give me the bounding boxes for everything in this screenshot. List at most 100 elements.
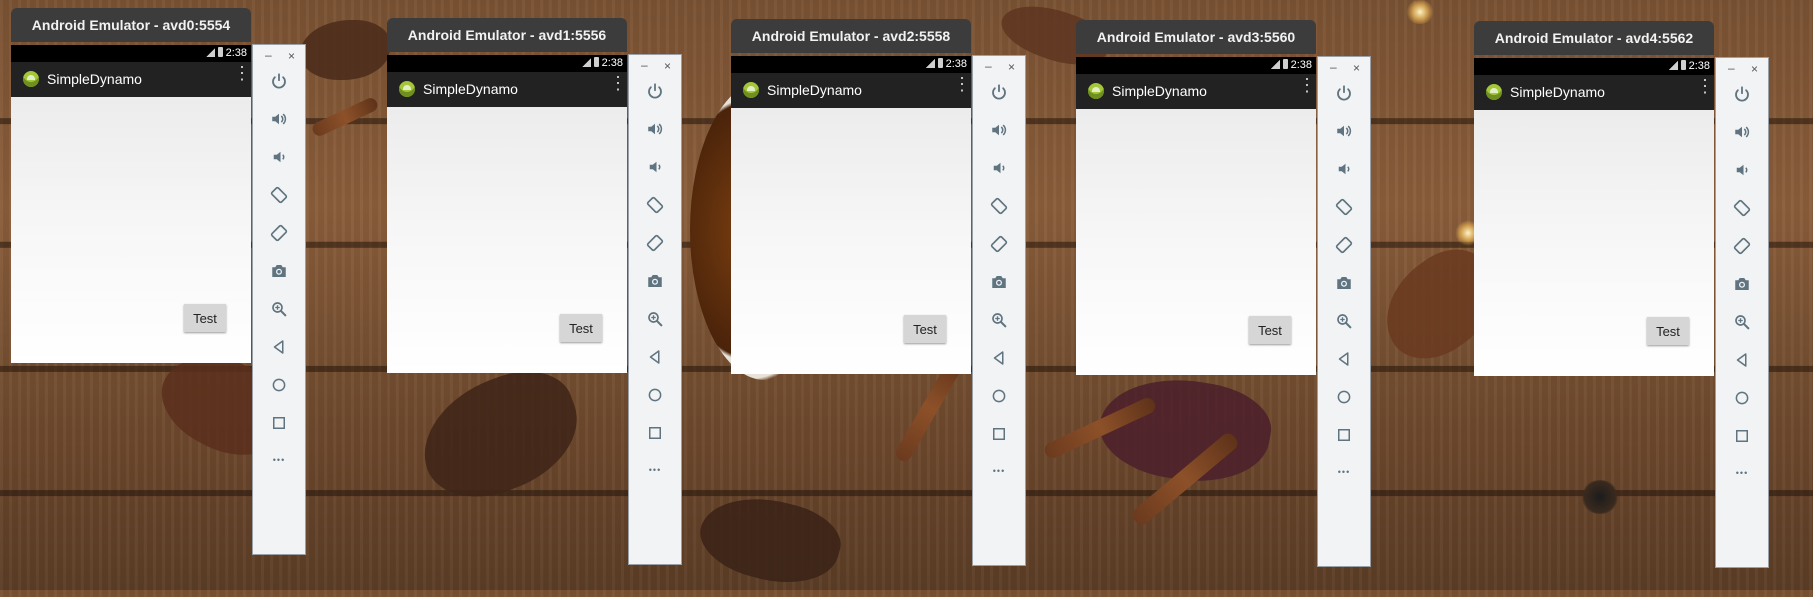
- window-title[interactable]: Android Emulator - avd1:5556: [387, 18, 627, 52]
- overview-icon[interactable]: [253, 407, 305, 437]
- more-icon[interactable]: •••: [253, 445, 305, 475]
- home-icon[interactable]: [629, 379, 681, 409]
- camera-icon[interactable]: [253, 255, 305, 285]
- battery-icon: [593, 57, 599, 67]
- rotate-right-icon[interactable]: [253, 217, 305, 247]
- minimize-button[interactable]: –: [641, 58, 648, 72]
- close-button[interactable]: ×: [1751, 62, 1758, 76]
- overview-icon[interactable]: [973, 418, 1025, 448]
- app-content: Test: [731, 108, 971, 374]
- power-icon[interactable]: [1318, 77, 1370, 107]
- minimize-button[interactable]: –: [1728, 61, 1735, 75]
- rotate-left-icon[interactable]: [973, 190, 1025, 220]
- overflow-menu-icon[interactable]: ⋮: [609, 74, 627, 92]
- battery-icon: [1680, 60, 1686, 70]
- close-button[interactable]: ×: [288, 49, 295, 63]
- more-icon[interactable]: •••: [629, 455, 681, 485]
- status-bar: 2:38: [1076, 57, 1316, 74]
- minimize-button[interactable]: –: [265, 48, 272, 62]
- volume-down-icon[interactable]: [253, 141, 305, 171]
- power-icon[interactable]: [629, 75, 681, 105]
- more-icon[interactable]: •••: [1716, 458, 1768, 488]
- power-icon[interactable]: [973, 76, 1025, 106]
- home-icon[interactable]: [253, 369, 305, 399]
- app-title: SimpleDynamo: [767, 82, 862, 98]
- window-title[interactable]: Android Emulator - avd4:5562: [1474, 21, 1714, 55]
- overflow-menu-icon[interactable]: ⋮: [1298, 76, 1316, 94]
- app-title: SimpleDynamo: [1112, 83, 1207, 99]
- status-time: 2:38: [1290, 59, 1312, 71]
- test-button[interactable]: Test: [904, 315, 946, 343]
- overflow-menu-icon[interactable]: ⋮: [953, 75, 971, 93]
- back-icon[interactable]: [1716, 344, 1768, 374]
- volume-down-icon[interactable]: [1716, 154, 1768, 184]
- close-button[interactable]: ×: [664, 59, 671, 73]
- home-icon[interactable]: [973, 380, 1025, 410]
- battery-icon: [937, 58, 943, 68]
- close-button[interactable]: ×: [1008, 60, 1015, 74]
- signal-icon: [925, 59, 935, 68]
- emulator-toolbar-avd4: – × •••: [1715, 57, 1769, 568]
- app-title: SimpleDynamo: [1510, 84, 1605, 100]
- volume-down-icon[interactable]: [1318, 153, 1370, 183]
- app-bar: SimpleDynamo ⋮: [11, 62, 251, 97]
- camera-icon[interactable]: [1716, 268, 1768, 298]
- rotate-left-icon[interactable]: [629, 189, 681, 219]
- back-icon[interactable]: [253, 331, 305, 361]
- app-content: Test: [1076, 109, 1316, 375]
- zoom-icon[interactable]: [629, 303, 681, 333]
- more-icon[interactable]: •••: [1318, 457, 1370, 487]
- volume-up-icon[interactable]: [629, 113, 681, 143]
- back-icon[interactable]: [1318, 343, 1370, 373]
- volume-up-icon[interactable]: [1318, 115, 1370, 145]
- rotate-right-icon[interactable]: [1318, 229, 1370, 259]
- window-title[interactable]: Android Emulator - avd0:5554: [11, 8, 251, 42]
- android-icon: [399, 81, 415, 97]
- rotate-left-icon[interactable]: [253, 179, 305, 209]
- window-title[interactable]: Android Emulator - avd2:5558: [731, 19, 971, 53]
- volume-up-icon[interactable]: [973, 114, 1025, 144]
- rotate-right-icon[interactable]: [973, 228, 1025, 258]
- battery-icon: [1282, 59, 1288, 69]
- window-title[interactable]: Android Emulator - avd3:5560: [1076, 20, 1316, 54]
- app-title: SimpleDynamo: [423, 81, 518, 97]
- power-icon[interactable]: [1716, 78, 1768, 108]
- volume-down-icon[interactable]: [973, 152, 1025, 182]
- volume-down-icon[interactable]: [629, 151, 681, 181]
- rotate-right-icon[interactable]: [1716, 230, 1768, 260]
- camera-icon[interactable]: [1318, 267, 1370, 297]
- close-button[interactable]: ×: [1353, 61, 1360, 75]
- rotate-left-icon[interactable]: [1318, 191, 1370, 221]
- power-icon[interactable]: [253, 65, 305, 95]
- overflow-menu-icon[interactable]: ⋮: [233, 64, 251, 82]
- background-cinnamon: [310, 95, 380, 139]
- zoom-icon[interactable]: [253, 293, 305, 323]
- more-icon[interactable]: •••: [973, 456, 1025, 486]
- status-bar: 2:38: [387, 55, 627, 72]
- test-button[interactable]: Test: [1647, 317, 1689, 345]
- volume-up-icon[interactable]: [1716, 116, 1768, 146]
- app-content: Test: [387, 107, 627, 373]
- minimize-button[interactable]: –: [985, 59, 992, 73]
- overflow-menu-icon[interactable]: ⋮: [1696, 77, 1714, 95]
- test-button[interactable]: Test: [184, 304, 226, 332]
- test-button[interactable]: Test: [1249, 316, 1291, 344]
- overview-icon[interactable]: [1318, 419, 1370, 449]
- rotate-left-icon[interactable]: [1716, 192, 1768, 222]
- camera-icon[interactable]: [629, 265, 681, 295]
- back-icon[interactable]: [629, 341, 681, 371]
- zoom-icon[interactable]: [1716, 306, 1768, 336]
- overview-icon[interactable]: [1716, 420, 1768, 450]
- home-icon[interactable]: [1716, 382, 1768, 412]
- zoom-icon[interactable]: [1318, 305, 1370, 335]
- zoom-icon[interactable]: [973, 304, 1025, 334]
- camera-icon[interactable]: [973, 266, 1025, 296]
- minimize-button[interactable]: –: [1330, 60, 1337, 74]
- rotate-right-icon[interactable]: [629, 227, 681, 257]
- test-button[interactable]: Test: [560, 314, 602, 342]
- volume-up-icon[interactable]: [253, 103, 305, 133]
- overview-icon[interactable]: [629, 417, 681, 447]
- emulator-toolbar-avd0: – × •••: [252, 44, 306, 555]
- back-icon[interactable]: [973, 342, 1025, 372]
- home-icon[interactable]: [1318, 381, 1370, 411]
